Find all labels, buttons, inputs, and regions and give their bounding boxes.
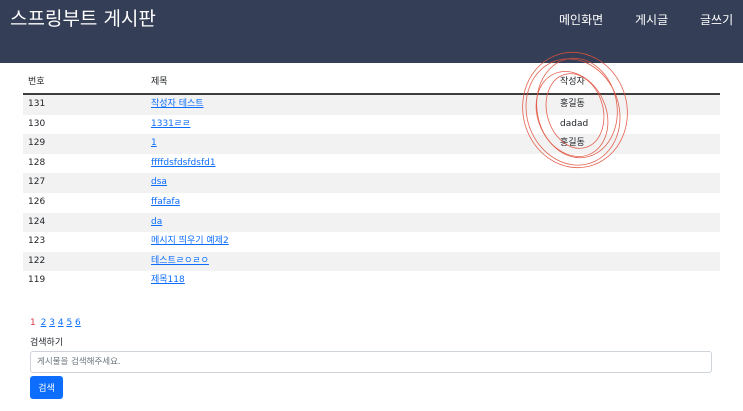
table-row: 127 dsa (23, 173, 720, 193)
brand-title[interactable]: 스프링부트 게시판 (10, 6, 156, 32)
page-link-5[interactable]: 5 (66, 318, 72, 328)
column-header-title: 제목 (151, 77, 168, 87)
page-link-3[interactable]: 3 (49, 318, 55, 328)
page-link-6[interactable]: 6 (75, 318, 81, 328)
post-title-link[interactable]: 제목118 (151, 271, 185, 291)
navbar: 스프링부트 게시판 메인화면 게시글 글쓰기 (0, 0, 743, 63)
search-input[interactable] (30, 351, 712, 373)
search-button[interactable]: 검색 (30, 376, 63, 399)
post-title-link[interactable]: 1331ㄹㄹ (151, 115, 190, 135)
table-body: 131 작성자 테스트 홍길동 130 1331ㄹㄹ dadad 129 1 홍길동 128 fff… (23, 95, 720, 291)
table-row: 123 메시지 띄우기 예제2 (23, 232, 720, 252)
post-id: 122 (28, 255, 46, 266)
nav-link-write[interactable]: 글쓰기 (700, 12, 733, 28)
board-table: 번호 제목 작성자 131 작성자 테스트 홍길동 130 1331ㄹㄹ dadad 129… (23, 72, 720, 291)
page-link-2[interactable]: 2 (41, 318, 47, 328)
post-author: 홍길동 (560, 99, 585, 109)
post-id: 126 (28, 196, 46, 207)
column-header-id: 번호 (28, 77, 45, 87)
pagination: 1 2 3 4 5 6 (30, 317, 81, 329)
table-row: 130 1331ㄹㄹ dadad (23, 115, 720, 135)
post-title-link[interactable]: dsa (151, 173, 167, 193)
table-row: 126 ffafafa (23, 193, 720, 213)
table-row: 131 작성자 테스트 홍길동 (23, 95, 720, 115)
page-link-4[interactable]: 4 (58, 318, 64, 328)
post-title-link[interactable]: 작성자 테스트 (151, 95, 204, 115)
column-header-author: 작성자 (560, 77, 585, 87)
table-row: 119 제목118 (23, 271, 720, 291)
nav-link-home[interactable]: 메인화면 (559, 12, 603, 28)
post-id: 119 (28, 275, 46, 286)
table-row: 129 1 홍길동 (23, 134, 720, 154)
table-header: 번호 제목 작성자 (23, 72, 720, 95)
post-title-link[interactable]: da (151, 213, 162, 233)
post-id: 129 (28, 138, 46, 149)
table-row: 124 da (23, 212, 720, 233)
nav-link-posts[interactable]: 게시글 (635, 12, 668, 28)
page-link-1[interactable]: 1 (30, 318, 36, 328)
post-id: 127 (28, 177, 46, 188)
post-id: 123 (28, 236, 46, 247)
post-title-link[interactable]: ffffdsfdsfdsfd1 (151, 154, 216, 174)
post-id: 130 (28, 118, 46, 129)
post-author: 홍길동 (560, 138, 585, 149)
post-author: dadad (560, 118, 589, 129)
post-id: 124 (28, 216, 46, 227)
table-row: 122 테스트ㄹㅇㄹㅇ (23, 251, 720, 272)
search-label: 검색하기 (30, 338, 64, 348)
post-id: 131 (28, 99, 46, 109)
table-row: 128 ffffdsfdsfdsfd1 (23, 154, 720, 174)
post-id: 128 (28, 157, 46, 168)
post-title-link[interactable]: 메시지 띄우기 예제2 (151, 232, 229, 252)
post-title-link[interactable]: ffafafa (151, 193, 180, 213)
post-title-link[interactable]: 테스트ㄹㅇㄹㅇ (151, 252, 209, 272)
post-title-link[interactable]: 1 (151, 134, 157, 154)
